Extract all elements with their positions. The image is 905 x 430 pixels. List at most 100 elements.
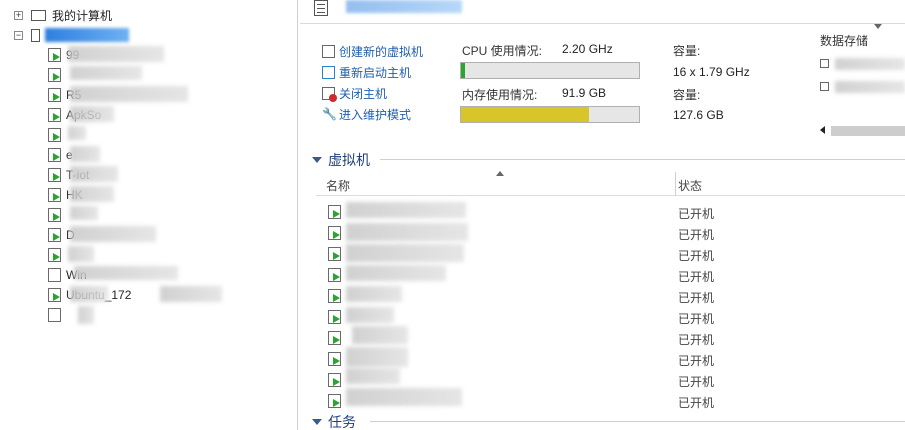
datastore-item-icon	[820, 82, 829, 91]
tree-item-vm[interactable]	[48, 125, 66, 145]
wrench-icon: 🔧	[322, 106, 337, 121]
table-row[interactable]: 已开机	[316, 307, 905, 328]
cpu-usage-value: 2.20 GHz	[562, 42, 613, 56]
sort-arrow-icon	[496, 171, 504, 176]
vm-state-cell: 已开机	[678, 354, 715, 368]
redaction	[68, 246, 94, 262]
redaction	[70, 226, 156, 242]
host-title-redacted	[346, 0, 462, 13]
redaction	[70, 146, 100, 162]
collapse-icon[interactable]: −	[14, 30, 23, 40]
scroll-left-icon[interactable]	[820, 126, 825, 134]
restart-icon	[322, 65, 335, 79]
redaction	[70, 166, 118, 182]
vm-running-icon	[328, 331, 341, 345]
cpu-capacity-value: 16 x 1.79 GHz	[673, 65, 750, 79]
collapse-arrow-icon[interactable]	[312, 157, 322, 163]
host-summary-panel: 创建新的虚拟机 重新启动主机 关闭主机 🔧 进入维护模式 CPU 使用情况: 2…	[300, 0, 905, 430]
tree-item-host[interactable]: −	[14, 25, 129, 45]
maintenance-mode-link[interactable]: 🔧 进入维护模式	[322, 106, 411, 122]
section-divider	[370, 421, 905, 422]
redaction	[346, 347, 408, 367]
vm-running-icon	[48, 148, 61, 162]
host-name-redacted	[45, 28, 129, 42]
tree-item-vm[interactable]: e	[48, 145, 73, 165]
vm-running-icon	[48, 168, 61, 182]
vm-state-cell: 已开机	[678, 249, 715, 263]
vm-running-icon	[328, 394, 341, 408]
vm-running-icon	[48, 68, 61, 82]
inventory-tree: + 我的计算机 − 99R5ApkSoeT-iotHKDWinUbuntu_17…	[0, 0, 298, 430]
vm-state-cell: 已开机	[678, 228, 715, 242]
tree-item-vm[interactable]	[48, 65, 66, 85]
vm-running-icon	[48, 208, 61, 222]
redaction	[346, 368, 400, 384]
section-divider	[380, 159, 905, 160]
column-header-name[interactable]: 名称	[326, 177, 350, 194]
vm-running-icon	[328, 289, 341, 303]
header-bar	[300, 0, 905, 24]
tree-item-label: 我的计算机	[52, 8, 113, 23]
vm-state-cell: 已开机	[678, 207, 715, 221]
datastore-item-icon	[820, 59, 829, 68]
memory-capacity-value: 127.6 GB	[673, 108, 724, 122]
vm-running-icon	[48, 128, 61, 142]
shutdown-icon	[322, 86, 337, 102]
shutdown-host-link[interactable]: 关闭主机	[322, 85, 388, 102]
redaction	[835, 58, 905, 70]
memory-usage-label: 内存使用情况:	[462, 88, 538, 102]
vm-running-icon	[328, 205, 341, 219]
memory-usage-bar	[460, 106, 640, 123]
expand-icon[interactable]: +	[14, 10, 23, 20]
restart-host-link[interactable]: 重新启动主机	[322, 64, 411, 80]
redaction	[346, 388, 462, 406]
tasks-section-header[interactable]: 任务	[312, 412, 356, 430]
collapse-arrow-icon[interactable]	[312, 419, 322, 425]
vm-running-icon	[48, 288, 61, 302]
memory-capacity-label: 容量:	[673, 88, 701, 102]
redaction	[68, 126, 86, 140]
vm-running-icon	[328, 373, 341, 387]
host-icon	[31, 28, 40, 42]
redaction	[70, 186, 114, 202]
vm-running-icon	[48, 108, 61, 122]
table-row[interactable]: 已开机	[316, 286, 905, 307]
vm-section-header[interactable]: 虚拟机	[312, 150, 370, 170]
vm-icon	[48, 308, 61, 322]
redaction	[346, 265, 446, 281]
memory-usage-fill	[461, 107, 590, 122]
create-vm-label: 创建新的虚拟机	[339, 44, 424, 59]
redaction	[70, 286, 108, 302]
tree-item-vm[interactable]	[48, 245, 66, 265]
horizontal-scrollbar[interactable]	[831, 126, 905, 136]
tree-item-vm[interactable]	[48, 205, 66, 225]
redaction	[78, 306, 94, 324]
tree-item-my-computer[interactable]: + 我的计算机	[14, 5, 112, 25]
vm-running-icon	[328, 247, 341, 261]
tree-item-vm[interactable]	[48, 305, 66, 325]
redaction	[346, 286, 402, 302]
vm-running-icon	[328, 310, 341, 324]
vm-state-cell: 已开机	[678, 270, 715, 284]
redaction	[70, 206, 98, 220]
memory-usage-value: 91.9 GB	[562, 86, 607, 100]
cpu-usage-label: CPU 使用情况:	[462, 44, 543, 58]
tasks-section-title: 任务	[328, 414, 356, 430]
redaction	[74, 266, 178, 280]
column-header-state[interactable]: 状态	[678, 177, 702, 194]
column-resize-handle[interactable]	[675, 172, 676, 196]
vm-running-icon	[328, 268, 341, 282]
vm-running-icon	[48, 48, 61, 62]
redaction	[70, 106, 114, 122]
vm-running-icon	[48, 188, 61, 202]
redaction	[346, 202, 466, 218]
redaction	[346, 307, 394, 323]
cpu-usage-bar	[460, 62, 640, 79]
redaction	[346, 223, 468, 241]
shutdown-host-label: 关闭主机	[339, 86, 388, 101]
vm-state-cell: 已开机	[678, 396, 715, 410]
vm-running-icon	[328, 226, 341, 240]
create-vm-link[interactable]: 创建新的虚拟机	[322, 43, 423, 59]
redaction	[835, 81, 905, 93]
redaction	[160, 286, 222, 302]
